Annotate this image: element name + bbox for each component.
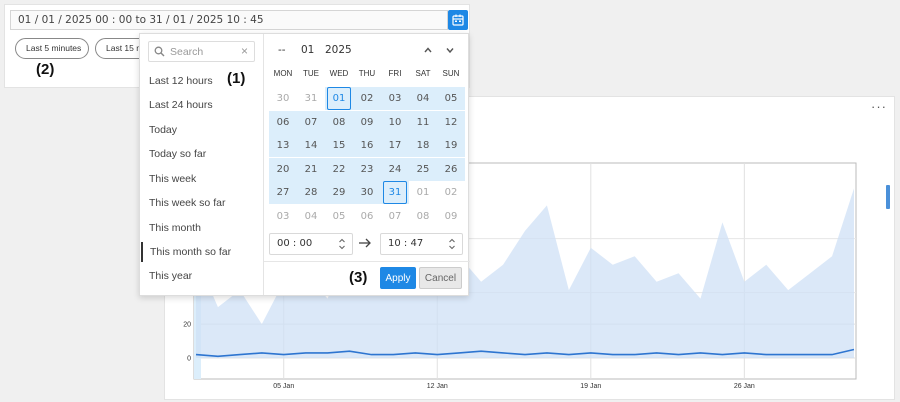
panel-scroll-handle[interactable] (886, 185, 890, 209)
weekday-label: SAT (415, 69, 431, 78)
chevron-down-icon[interactable] (445, 45, 455, 55)
calendar-day[interactable]: 28 (297, 181, 325, 204)
calendar-day[interactable]: 18 (409, 134, 437, 157)
calendar-day[interactable]: 16 (353, 134, 381, 157)
calendar-day[interactable]: 02 (437, 181, 465, 204)
calendar-day[interactable]: 04 (297, 205, 325, 228)
annotation-3: (3) (349, 269, 368, 286)
calendar-day[interactable]: 01 (325, 87, 353, 110)
arrow-right-icon (359, 238, 371, 248)
calendar-day[interactable]: 05 (437, 87, 465, 110)
time-range-input[interactable]: 01 / 01 / 2025 00 : 00 to 31 / 01 / 2025… (10, 10, 448, 30)
quick-range-item[interactable]: This month (141, 218, 259, 238)
clear-search-icon[interactable]: × (241, 44, 248, 58)
calendar-day[interactable]: 30 (353, 181, 381, 204)
calendar-day[interactable]: 07 (381, 205, 409, 228)
annotation-1: (1) (227, 70, 246, 87)
calendar-day[interactable]: 03 (381, 87, 409, 110)
quick-range-item[interactable]: Today (141, 120, 259, 140)
x-tick-label: 12 Jan (427, 383, 448, 390)
x-tick-label: 19 Jan (580, 383, 601, 390)
calendar-day[interactable]: 17 (381, 134, 409, 157)
calendar-divider (264, 261, 470, 262)
calendar-day[interactable]: 30 (269, 87, 297, 110)
calendar-day[interactable]: 11 (409, 110, 437, 134)
cancel-button[interactable]: Cancel (419, 267, 462, 289)
apply-button[interactable]: Apply (380, 267, 416, 289)
calendar-button[interactable] (448, 10, 468, 30)
calendar-prefix: -- (278, 44, 286, 56)
time-spinner-icon[interactable] (448, 237, 456, 251)
calendar-month[interactable]: 01 (301, 44, 314, 56)
x-tick-label: 05 Jan (273, 383, 294, 390)
calendar-day[interactable]: 13 (269, 134, 297, 157)
weekday-label: THU (358, 69, 376, 78)
quick-range-item[interactable]: Last 24 hours (141, 95, 259, 115)
weekday-label: WED (329, 69, 349, 78)
calendar-day[interactable]: 09 (437, 205, 465, 228)
calendar-day[interactable]: 10 (381, 110, 409, 134)
quick-chip-last-5-minutes[interactable]: Last 5 minutes (15, 38, 89, 59)
quick-range-item[interactable]: Today so far (141, 144, 259, 164)
calendar-day[interactable]: 12 (437, 110, 465, 134)
calendar-day[interactable]: 04 (409, 87, 437, 110)
start-time-value: 00 : 00 (277, 238, 313, 249)
calendar-day[interactable]: 24 (381, 157, 409, 181)
quick-range-item[interactable]: This week (141, 169, 259, 189)
time-spinner-icon[interactable] (338, 237, 346, 251)
calendar-day[interactable]: 27 (269, 181, 297, 204)
calendar-day[interactable]: 31 (381, 181, 409, 204)
quick-range-item[interactable]: This week so far (141, 193, 259, 213)
time-range-dropdown: × Last 12 hours Last 24 hours Today Toda… (139, 33, 470, 296)
calendar-day[interactable]: 03 (269, 205, 297, 228)
end-time-value: 10 : 47 (388, 238, 424, 249)
chevron-up-icon[interactable] (423, 45, 433, 55)
calendar-day[interactable]: 08 (325, 110, 353, 134)
quick-range-item[interactable]: This year (141, 266, 259, 286)
calendar-day[interactable]: 25 (409, 157, 437, 181)
calendar-day[interactable]: 02 (353, 87, 381, 110)
search-input[interactable] (170, 44, 236, 59)
calendar-year[interactable]: 2025 (325, 44, 352, 56)
y-tick-label: 0 (187, 356, 191, 363)
calendar-day[interactable]: 01 (409, 181, 437, 204)
start-time-input[interactable]: 00 : 00 (269, 233, 353, 255)
calendar-day[interactable]: 05 (325, 205, 353, 228)
calendar-day[interactable]: 07 (297, 110, 325, 134)
calendar-day[interactable]: 22 (325, 157, 353, 181)
calendar-day[interactable]: 06 (353, 205, 381, 228)
weekday-label: TUE (303, 69, 319, 78)
calendar-day[interactable]: 20 (269, 157, 297, 181)
calendar-day[interactable]: 09 (353, 110, 381, 134)
calendar-day[interactable]: 14 (297, 134, 325, 157)
calendar-day[interactable]: 23 (353, 157, 381, 181)
calendar-day[interactable]: 06 (269, 110, 297, 134)
calendar-day[interactable]: 19 (437, 134, 465, 157)
weekday-label: FRI (388, 69, 402, 78)
calendar-day[interactable]: 31 (297, 87, 325, 110)
calendar: -- 01 2025 MON TUE WED THU FRI SAT SUN 30 31 01 0… (264, 34, 470, 295)
x-tick-label: 26 Jan (734, 383, 755, 390)
y-tick-label: 20 (183, 322, 191, 329)
weekday-label: SUN (442, 69, 460, 78)
calendar-day[interactable]: 26 (437, 157, 465, 181)
calendar-icon (452, 14, 464, 26)
calendar-day[interactable]: 21 (297, 157, 325, 181)
weekday-label: MON (273, 69, 293, 78)
search-box: × (148, 41, 255, 62)
annotation-2: (2) (36, 61, 55, 78)
calendar-day[interactable]: 15 (325, 134, 353, 157)
quick-range-list: × Last 12 hours Last 24 hours Today Toda… (140, 34, 264, 295)
quick-range-item-selected[interactable]: This month so far (141, 242, 259, 262)
calendar-day[interactable]: 29 (325, 181, 353, 204)
calendar-day[interactable]: 08 (409, 205, 437, 228)
calendar-header: -- 01 2025 (264, 44, 470, 60)
search-icon (154, 46, 165, 57)
end-time-input[interactable]: 10 : 47 (380, 233, 463, 255)
